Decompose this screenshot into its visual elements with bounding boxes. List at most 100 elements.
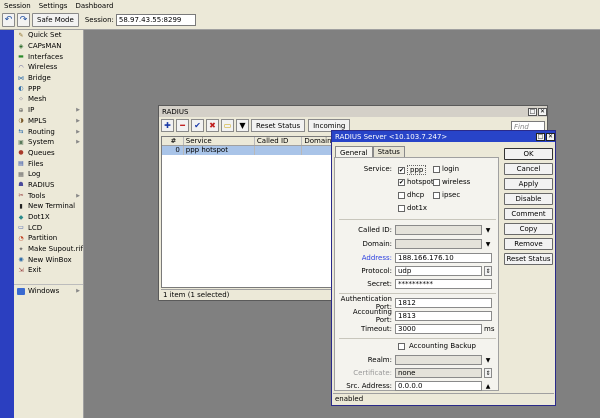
safe-mode-button[interactable]: Safe Mode (32, 13, 79, 27)
cancel-button[interactable]: Cancel (504, 163, 553, 175)
sidebar-item-wireless[interactable]: ◠ Wireless (14, 62, 83, 73)
dialog-buttons: OK Cancel Apply Disable Comment Copy Rem… (504, 148, 553, 268)
sidebar-item-new-terminal[interactable]: ▮ New Terminal (14, 201, 83, 212)
reset-status-button[interactable]: Reset Status (504, 253, 553, 265)
sidebar-item-bridge[interactable]: ⋈ Bridge (14, 73, 83, 84)
collapse-icon[interactable]: ▲ (484, 381, 492, 391)
secret-field[interactable]: ********** (395, 279, 492, 289)
winbox-icon: ◉ (18, 256, 24, 264)
close-icon[interactable]: ✕ (546, 132, 555, 141)
service-dot1x-checkbox[interactable]: dot1x (398, 204, 427, 212)
comment-icon[interactable]: ▭ (221, 119, 234, 132)
select-arrow-icon[interactable]: ⇕ (484, 266, 492, 276)
interfaces-icon: ▬ (18, 53, 24, 61)
sidebar-item-tools[interactable]: ✂ Tools ▶ (14, 190, 83, 201)
service-ipsec-checkbox[interactable]: ipsec (433, 191, 460, 199)
sidebar-item-ppp[interactable]: ◐ PPP (14, 83, 83, 94)
reset-status-button[interactable]: Reset Status (251, 119, 306, 132)
timeout-field[interactable]: 3000 (395, 324, 482, 334)
sidebar-item-queues[interactable]: ● Queues (14, 148, 83, 159)
sidebar-item-new-winbox[interactable]: ◉ New WinBox (14, 254, 83, 265)
restore-icon[interactable]: □ (536, 132, 545, 141)
sidebar-item-label: Make Supout.rif (28, 245, 83, 254)
address-field[interactable]: 188.166.176.10 (395, 253, 492, 263)
sidebar-item-label: Files (28, 159, 44, 168)
disable-button[interactable]: Disable (504, 193, 553, 205)
protocol-select[interactable]: udp (395, 266, 482, 276)
sidebar-item-ip[interactable]: ⊕ IP ▶ (14, 105, 83, 116)
sidebar-item-dot1x[interactable]: ◆ Dot1X (14, 212, 83, 223)
checkbox-box (433, 165, 440, 173)
copy-button[interactable]: Copy (504, 223, 553, 235)
apply-button[interactable]: Apply (504, 178, 553, 190)
tab-status[interactable]: Status (372, 146, 405, 157)
sidebar-item-mesh[interactable]: ⁘ Mesh (14, 94, 83, 105)
sidebar-item-label: LCD (28, 223, 43, 232)
enable-icon[interactable]: ✔ (191, 119, 204, 132)
sidebar-item-capsman[interactable]: ◈ CAPsMAN (14, 41, 83, 52)
sidebar-item-make-supout-rif[interactable]: ✦ Make Supout.rif (14, 244, 83, 255)
certificate-select[interactable]: none (395, 368, 482, 378)
service-hotspot-checkbox[interactable]: ✔ hotspot (398, 178, 434, 186)
sidebar-item-label: Exit (28, 266, 42, 275)
sidebar-item-mpls[interactable]: ◑ MPLS ▶ (14, 116, 83, 127)
select-arrow-icon[interactable]: ⇕ (484, 368, 492, 378)
comment-button[interactable]: Comment (504, 208, 553, 220)
remove-icon[interactable]: ━ (176, 119, 189, 132)
undo-icon[interactable]: ↶ (2, 13, 15, 27)
redo-icon[interactable]: ↷ (17, 13, 30, 27)
remove-button[interactable]: Remove (504, 238, 553, 250)
service-ppp-checkbox[interactable]: ✔ ppp (398, 165, 427, 175)
dropdown-icon[interactable]: ▼ (484, 225, 492, 235)
disable-icon[interactable]: ✖ (206, 119, 219, 132)
called-id-field[interactable] (395, 225, 482, 235)
accounting-backup-checkbox[interactable]: Accounting Backup (398, 342, 476, 350)
sidebar-item-exit[interactable]: ⇲ Exit (14, 265, 83, 276)
dialog-titlebar[interactable]: RADIUS Server <10.103.7.247> □ ✕ (332, 131, 555, 142)
wireless-icon: ◠ (18, 63, 24, 71)
session-field[interactable]: 58.97.43.55:8299 (115, 14, 196, 26)
add-icon[interactable]: ✚ (161, 119, 174, 132)
radius-window-titlebar[interactable]: RADIUS □ ✕ (159, 106, 547, 117)
routing-icon: ⇆ (18, 128, 24, 136)
radius-window-title: RADIUS (162, 107, 189, 116)
sidebar-item-interfaces[interactable]: ▬ Interfaces (14, 51, 83, 62)
sidebar-item-lcd[interactable]: ▭ LCD (14, 222, 83, 233)
column-header[interactable]: Domain (302, 137, 332, 145)
sidebar-item-windows[interactable]: Windows ▶ (14, 286, 83, 297)
menu-session[interactable]: Session (4, 2, 31, 10)
dropdown-icon[interactable]: ▼ (484, 239, 492, 249)
sidebar-item-log[interactable]: ▦ Log (14, 169, 83, 180)
dialog-title: RADIUS Server <10.103.7.247> (335, 132, 448, 141)
sidebar-item-routing[interactable]: ⇆ Routing ▶ (14, 126, 83, 137)
sidebar-item-label: Queues (28, 148, 55, 157)
sidebar-item-partition[interactable]: ◔ Partition (14, 233, 83, 244)
auth-port-field[interactable]: 1812 (395, 298, 492, 308)
src-address-field[interactable]: 0.0.0.0 (395, 381, 482, 391)
service-dhcp-checkbox[interactable]: dhcp (398, 191, 424, 199)
restore-icon[interactable]: □ (528, 107, 537, 116)
sidebar-item-radius[interactable]: ☗ RADIUS (14, 180, 83, 191)
menu-dashboard[interactable]: Dashboard (75, 2, 113, 10)
table-row[interactable]: 0 ppp hotspot (162, 146, 332, 155)
table-header: # Service Called ID Domain (162, 137, 332, 146)
service-login-checkbox[interactable]: login (433, 165, 459, 173)
domain-field[interactable] (395, 239, 482, 249)
sidebar-item-label: Partition (28, 234, 58, 243)
ok-button[interactable]: OK (504, 148, 553, 160)
close-icon[interactable]: ✕ (538, 107, 547, 116)
service-label: Service: (363, 165, 392, 173)
sidebar-item-quick-set[interactable]: ✎ Quick Set (14, 30, 83, 41)
acct-port-field[interactable]: 1813 (395, 311, 492, 321)
sidebar-item-label: System (28, 138, 55, 147)
menu-settings[interactable]: Settings (39, 2, 68, 10)
sidebar-item-system[interactable]: ▣ System ▶ (14, 137, 83, 148)
column-header[interactable]: # (162, 137, 184, 145)
column-header[interactable]: Service (184, 137, 255, 145)
column-header[interactable]: Called ID (255, 137, 303, 145)
service-wireless-checkbox[interactable]: wireless (433, 178, 470, 186)
sidebar-item-files[interactable]: ▤ Files (14, 158, 83, 169)
filter-icon[interactable]: ▼ (236, 119, 249, 132)
realm-field[interactable] (395, 355, 482, 365)
dropdown-icon[interactable]: ▼ (484, 355, 492, 365)
